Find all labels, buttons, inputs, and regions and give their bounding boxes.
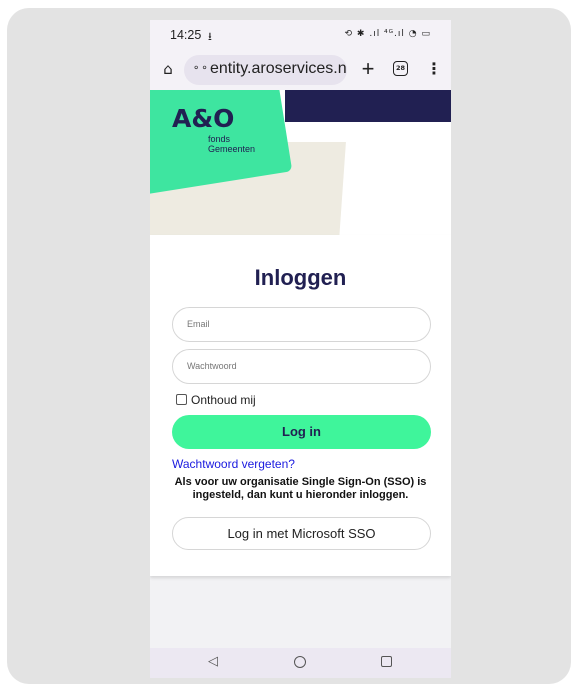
remember-me-label[interactable]: Onthoud mij — [191, 393, 256, 407]
logo-sub-line2: Gemeenten — [208, 144, 256, 154]
browser-menu-icon[interactable]: ⋮ — [426, 58, 442, 80]
phone-screen: 14:25 ⭳ ⟲ ✱ .ıl ⁴ᴳ.ıl ◔ ▭ ⌂ ⚬⚬ entity.ar… — [150, 20, 451, 678]
status-time: 14:25 — [170, 28, 202, 42]
navy-bar — [285, 90, 451, 122]
recent-apps-icon[interactable] — [381, 656, 392, 667]
logo-sub-line1: fonds — [208, 134, 231, 144]
browser-toolbar: ⌂ ⚬⚬ entity.aroservices.nl + 28 ⋮ — [150, 50, 451, 90]
microsoft-sso-button[interactable]: Log in met Microsoft SSO — [172, 517, 431, 550]
logo-main-text: A&O — [172, 104, 235, 133]
status-icons: ⟲ ✱ .ıl ⁴ᴳ.ıl ◔ ▭ — [344, 29, 431, 39]
site-settings-icon[interactable]: ⚬⚬ — [192, 63, 209, 74]
hero-banner: A&O fonds Gemeenten — [150, 90, 451, 235]
back-icon[interactable]: ◁ — [208, 654, 218, 669]
sso-info-text: Als voor uw organisatie Single Sign-On (… — [174, 476, 427, 501]
address-bar[interactable]: ⚬⚬ entity.aroservices.nl — [184, 55, 347, 85]
remember-me-checkbox[interactable] — [176, 394, 187, 405]
home-icon[interactable]: ⌂ — [158, 59, 178, 79]
android-nav-bar: ◁ — [150, 648, 451, 678]
login-button[interactable]: Log in — [172, 415, 431, 449]
status-bar: 14:25 ⭳ ⟲ ✱ .ıl ⁴ᴳ.ıl ◔ ▭ — [150, 20, 451, 50]
email-field[interactable]: Email — [172, 307, 431, 342]
url-text[interactable]: entity.aroservices.nl — [210, 60, 347, 78]
ao-fonds-logo: A&O fonds Gemeenten — [168, 102, 288, 172]
new-tab-button[interactable]: + — [356, 56, 380, 82]
login-card: Inloggen Email Wachtwoord Onthoud mij Lo… — [150, 235, 451, 576]
tab-switcher-button[interactable]: 28 — [393, 61, 408, 76]
forgot-password-link[interactable]: Wachtwoord vergeten? — [172, 457, 295, 471]
password-field[interactable]: Wachtwoord — [172, 349, 431, 384]
email-placeholder: Email — [187, 319, 210, 329]
logo-sub-text: fonds Gemeenten — [208, 134, 255, 154]
password-placeholder: Wachtwoord — [187, 361, 237, 371]
home-circle-icon[interactable] — [294, 656, 306, 668]
download-icon: ⭳ — [208, 31, 212, 43]
page-title: Inloggen — [254, 265, 347, 290]
